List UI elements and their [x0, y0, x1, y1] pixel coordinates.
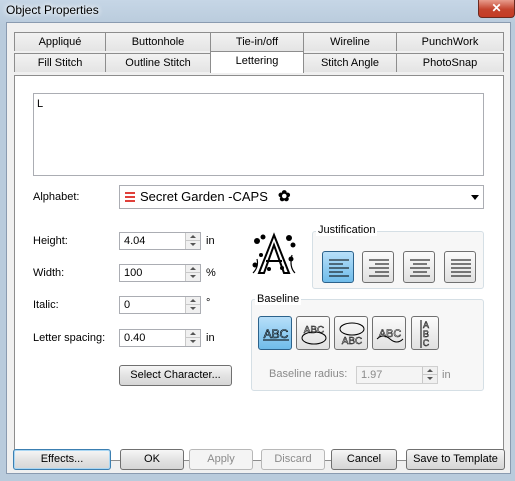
title-bar[interactable]: Object Properties ✕	[0, 0, 515, 22]
spin-down-icon[interactable]	[423, 375, 437, 383]
width-label: Width:	[33, 267, 65, 279]
baseline-radius-unit: in	[442, 369, 451, 381]
letter-spacing-unit: in	[206, 332, 215, 344]
spin-up-icon[interactable]	[186, 297, 200, 305]
justify-left-button[interactable]	[322, 251, 354, 283]
justification-label: Justification	[316, 224, 378, 236]
height-label: Height:	[33, 235, 68, 247]
align-right-icon	[369, 259, 389, 277]
multi-stitch-font-icon	[125, 192, 135, 203]
window-title: Object Properties	[6, 3, 99, 17]
tab-wireline[interactable]: Wireline	[303, 32, 397, 51]
spin-up-icon[interactable]	[186, 233, 200, 241]
baseline-straight-button[interactable]: ABC	[258, 316, 292, 350]
spin-down-icon[interactable]	[186, 273, 200, 281]
baseline-sample-text: ABC	[264, 327, 289, 341]
width-spinner[interactable]: 100	[119, 264, 201, 282]
font-sample-glyph: ✿	[278, 187, 291, 205]
baseline-radius-label: Baseline radius:	[269, 368, 348, 380]
justify-full-button[interactable]	[444, 251, 476, 283]
tab-buttonhole[interactable]: Buttonhole	[105, 32, 211, 51]
alphabet-value: Secret Garden -CAPS	[140, 189, 268, 204]
baseline-arc-bottom-icon: ABC	[339, 322, 365, 347]
spin-up-icon[interactable]	[186, 330, 200, 338]
height-unit: in	[206, 235, 215, 247]
align-left-icon	[329, 259, 349, 277]
tab-outline-stitch[interactable]: Outline Stitch	[105, 53, 211, 72]
alphabet-combo[interactable]: Secret Garden -CAPS ✿	[119, 185, 484, 209]
letter-spacing-value: 0.40	[124, 332, 146, 344]
alphabet-label: Alphabet:	[33, 191, 80, 203]
effects-button[interactable]: Effects...	[13, 449, 111, 470]
baseline-radius-value: 1.97	[361, 369, 383, 381]
align-center-icon	[410, 259, 430, 277]
justify-right-button[interactable]	[362, 251, 394, 283]
tab-tie-in-off[interactable]: Tie-in/off	[210, 32, 304, 51]
ok-button[interactable]: OK	[120, 449, 184, 470]
tab-applique[interactable]: Appliqué	[14, 32, 106, 51]
baseline-radius-spinner[interactable]: 1.97	[356, 366, 438, 384]
baseline-sample-text: ABC	[342, 336, 363, 347]
letter-spacing-label: Letter spacing:	[33, 332, 106, 344]
baseline-sample-text: ABC	[304, 325, 325, 336]
tab-photosnap[interactable]: PhotoSnap	[396, 53, 504, 72]
svg-text:C: C	[423, 338, 430, 348]
baseline-straight-icon: ABC	[263, 327, 289, 341]
italic-spinner[interactable]: 0	[119, 296, 201, 314]
width-unit: %	[206, 267, 216, 279]
spin-down-icon[interactable]	[186, 305, 200, 313]
spin-down-icon[interactable]	[186, 338, 200, 346]
justify-center-button[interactable]	[403, 251, 435, 283]
dialog-client: Appliqué Buttonhole Tie-in/off Wireline …	[6, 22, 511, 474]
select-character-button[interactable]: Select Character...	[119, 365, 232, 386]
baseline-wave-button[interactable]: ABC	[372, 316, 406, 350]
baseline-arc-top-icon: ABC	[301, 325, 327, 345]
cancel-button[interactable]: Cancel	[331, 449, 397, 470]
spin-down-icon[interactable]	[186, 241, 200, 249]
baseline-vertical-icon: ABC	[420, 320, 430, 348]
italic-label: Italic:	[33, 299, 59, 311]
spin-up-icon[interactable]	[186, 265, 200, 273]
baseline-arc-top-button[interactable]: ABC	[296, 316, 330, 350]
baseline-arc-bottom-button[interactable]: ABC	[334, 316, 368, 350]
italic-value: 0	[124, 299, 131, 311]
baseline-vertical-button[interactable]: ABC	[411, 316, 439, 350]
height-spinner[interactable]: 4.04	[119, 232, 201, 250]
letter-preview-image	[249, 229, 299, 279]
baseline-label: Baseline	[255, 293, 302, 305]
italic-unit: °	[206, 297, 211, 309]
height-value: 4.04	[124, 235, 146, 247]
apply-button[interactable]: Apply	[189, 449, 253, 470]
baseline-wave-icon: ABC	[376, 328, 404, 343]
tab-fill-stitch[interactable]: Fill Stitch	[14, 53, 106, 72]
dialog-window: Object Properties ✕ Appliqué Buttonhole …	[0, 0, 515, 481]
lettering-text-input[interactable]: L	[33, 93, 484, 176]
letter-spacing-spinner[interactable]: 0.40	[119, 329, 201, 347]
width-value: 100	[124, 267, 143, 279]
tab-punchwork[interactable]: PunchWork	[396, 32, 504, 51]
spin-up-icon[interactable]	[423, 367, 437, 375]
close-button[interactable]: ✕	[478, 0, 515, 18]
align-justify-icon	[451, 259, 471, 277]
save-to-template-button[interactable]: Save to Template	[406, 449, 505, 470]
chevron-down-icon[interactable]	[471, 195, 479, 200]
baseline-sample-text: ABC	[379, 328, 402, 340]
tab-stitch-angle[interactable]: Stitch Angle	[303, 53, 397, 72]
discard-button[interactable]: Discard	[261, 449, 325, 470]
tab-lettering[interactable]: Lettering	[210, 51, 304, 73]
